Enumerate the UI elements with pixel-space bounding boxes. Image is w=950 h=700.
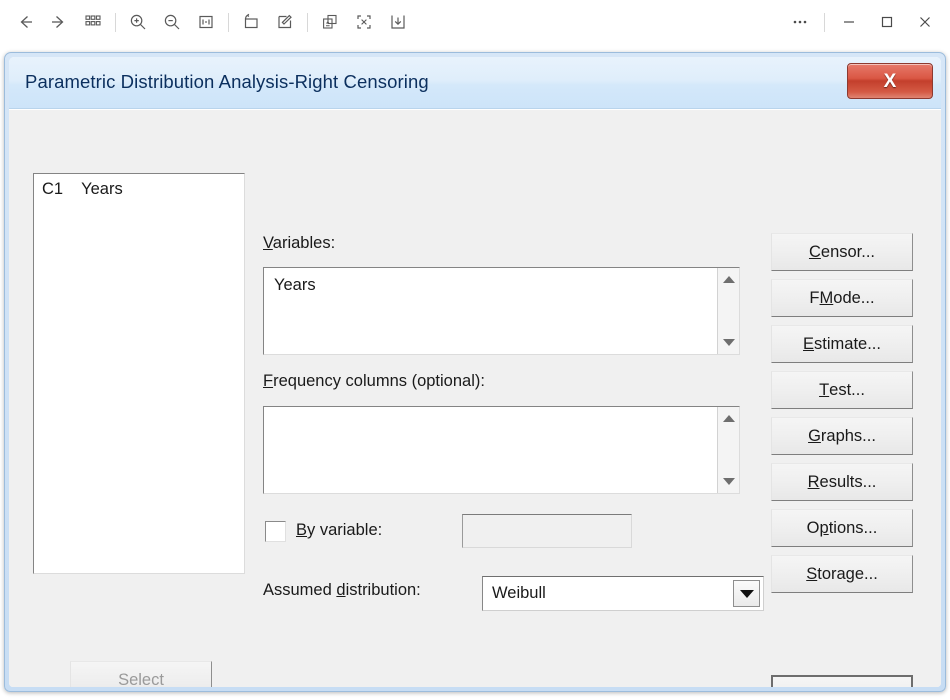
variables-label: Variables: (263, 234, 336, 252)
frequency-columns-label: Frequency columns (optional): (263, 372, 485, 390)
app-toolbar (0, 0, 950, 44)
dialog-inner: Parametric Distribution Analysis-Right C… (9, 57, 941, 687)
more-options-button[interactable] (781, 7, 819, 37)
window-controls-group (781, 0, 944, 44)
close-window-button[interactable] (906, 7, 944, 37)
close-icon: X (883, 70, 897, 92)
copy-page-icon[interactable] (313, 5, 347, 39)
by-variable-label[interactable]: By variable: (296, 521, 382, 540)
results-button[interactable]: Results... (771, 463, 913, 501)
window-controls-divider (824, 12, 825, 32)
source-variable-list[interactable]: C1 Years (33, 173, 245, 574)
chevron-down-icon[interactable] (733, 580, 760, 607)
scroll-down-icon[interactable] (718, 333, 739, 352)
back-arrow-icon[interactable] (8, 5, 42, 39)
dialog-title: Parametric Distribution Analysis-Right C… (25, 71, 429, 92)
options-button[interactable]: Op tions... (771, 509, 913, 547)
by-variable-checkbox[interactable] (265, 521, 286, 542)
ok-button[interactable]: OK (771, 675, 913, 687)
assumed-distribution-value: Weibull (492, 584, 546, 602)
toolbar-divider (228, 12, 229, 32)
scroll-down-icon[interactable] (718, 472, 739, 491)
maximize-button[interactable] (868, 7, 906, 37)
fmode-button[interactable]: F Mode... (771, 279, 913, 317)
dialog-titlebar[interactable]: Parametric Distribution Analysis-Right C… (9, 57, 941, 109)
toolbar-divider (115, 12, 116, 32)
grid-view-icon[interactable] (76, 5, 110, 39)
variables-listbox[interactable]: Years (263, 267, 740, 355)
download-icon[interactable] (381, 5, 415, 39)
variables-value: Years (274, 276, 316, 294)
dialog-close-button[interactable]: X (847, 63, 933, 99)
zoom-out-icon[interactable] (155, 5, 189, 39)
rotate-icon[interactable] (234, 5, 268, 39)
frequency-scrollbar[interactable] (717, 407, 739, 493)
storage-button[interactable]: Storage... (771, 555, 913, 593)
estimate-button[interactable]: Estimate... (771, 325, 913, 363)
scroll-up-icon[interactable] (718, 409, 739, 428)
annotate-icon[interactable] (268, 5, 302, 39)
minimize-button[interactable] (830, 7, 868, 37)
assumed-distribution-select[interactable]: Weibull (482, 576, 764, 611)
assumed-distribution-label: Assumed distribution: (263, 581, 421, 599)
parametric-distribution-dialog: Parametric Distribution Analysis-Right C… (4, 52, 946, 692)
fit-page-icon[interactable] (189, 5, 223, 39)
variables-scrollbar[interactable] (717, 268, 739, 354)
select-button[interactable]: Select (70, 661, 212, 687)
by-variable-input[interactable] (462, 514, 632, 548)
list-item[interactable]: C1 Years (34, 174, 244, 199)
censor-button[interactable]: Censor... (771, 233, 913, 271)
forward-arrow-icon[interactable] (42, 5, 76, 39)
zoom-in-icon[interactable] (121, 5, 155, 39)
frequency-columns-listbox[interactable] (263, 406, 740, 494)
dialog-body: C1 Years Variables: Years Frequency colu… (9, 109, 941, 687)
graphs-button[interactable]: Graphs... (771, 417, 913, 455)
test-button[interactable]: Test... (771, 371, 913, 409)
toolbar-divider (307, 12, 308, 32)
scroll-up-icon[interactable] (718, 270, 739, 289)
select-region-icon[interactable] (347, 5, 381, 39)
toolbar-left-group (8, 0, 415, 44)
